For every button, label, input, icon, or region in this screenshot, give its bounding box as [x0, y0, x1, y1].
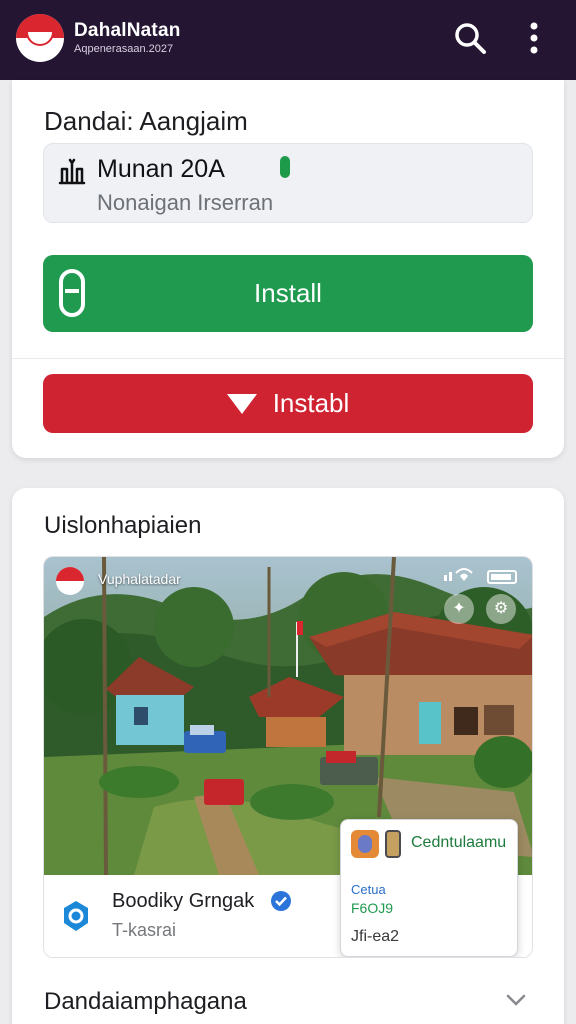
app-name: Munan 20A [97, 155, 225, 183]
install-card-title: Dandai: Aangjaim [44, 106, 248, 136]
feed-card-title: Uislonhapiaien [44, 512, 202, 539]
install-card: Dandai: Aangjaim Munan 20A Nonaigan Irse… [12, 80, 564, 458]
more-vertical-icon[interactable] [520, 20, 548, 56]
divider [12, 358, 564, 359]
overlay-action-icon[interactable]: ✦ [444, 594, 474, 624]
secondary-install-button[interactable]: Instabl [43, 374, 533, 433]
status-badge [280, 156, 290, 178]
preview-popup[interactable]: Cedntulaamu Cetua F6OJ9 Jfi-ea2 [340, 819, 518, 957]
app-logo[interactable] [16, 14, 64, 62]
popup-line-1: Cetua [351, 882, 386, 897]
chevron-down-icon[interactable] [504, 988, 528, 1012]
feed-card: Uislonhapiaien Vuphalatadar ✦ ⚙ Boodiky … [12, 488, 564, 1024]
author-name[interactable]: Boodiky Grngak [112, 890, 254, 913]
location-pin-icon [64, 901, 88, 931]
app-subtitle: Aqpenerasaan.2027 [74, 43, 174, 55]
app-bar: DahalNatan Aqpenerasaan.2027 [0, 0, 576, 80]
section-header[interactable]: Dandaiamphagana [44, 988, 247, 1016]
status-bar-icons [444, 568, 517, 584]
secondary-install-label: Instabl [272, 388, 350, 418]
app-title: DahalNatan [74, 20, 181, 41]
overlay-gear-icon[interactable]: ⚙ [486, 594, 516, 624]
overlay-logo [56, 567, 84, 595]
install-button[interactable]: Install [43, 255, 533, 332]
phone-icon [59, 269, 85, 317]
search-icon[interactable] [452, 20, 488, 56]
phone-icon [385, 830, 401, 858]
app-thumbnail-icon [351, 830, 379, 858]
author-meta: T-kasrai [112, 920, 177, 940]
install-button-label: Install [254, 278, 322, 308]
popup-line-2: F6OJ9 [351, 900, 394, 916]
popup-title: Cedntulaamu [411, 834, 507, 851]
verified-icon [271, 891, 291, 911]
overlay-title: Vuphalatadar [98, 571, 181, 587]
app-info-box[interactable]: Munan 20A Nonaigan Irserran [43, 143, 533, 223]
play-down-icon [226, 394, 257, 414]
popup-line-3: Jfi-ea2 [351, 928, 400, 945]
post-card[interactable]: Vuphalatadar ✦ ⚙ Boodiky Grngak T-kasrai [43, 556, 533, 958]
app-info-icon [58, 158, 86, 185]
app-publisher: Nonaigan Irserran [97, 190, 274, 215]
